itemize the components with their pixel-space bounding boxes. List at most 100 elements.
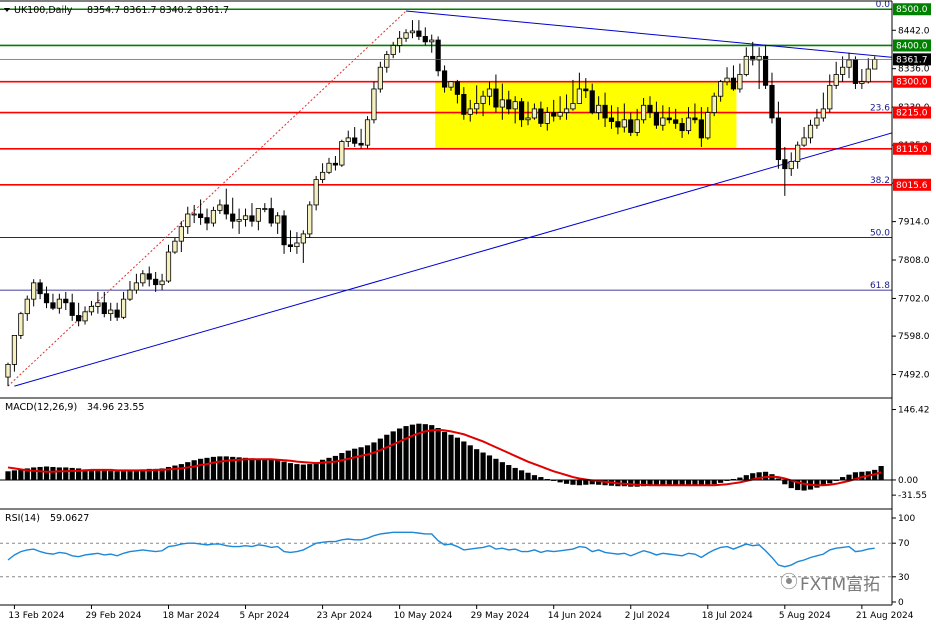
candle-body — [801, 137, 807, 146]
candle — [801, 127, 807, 147]
candle-body — [602, 104, 608, 119]
macd-bar — [262, 458, 268, 480]
candle — [390, 41, 396, 59]
trendline-projection[interactable] — [7, 10, 407, 387]
candle-body — [814, 117, 820, 126]
candle-body — [512, 101, 518, 110]
price-pane: 0.023.638.250.061.8 8442.08336.08230.081… — [0, 0, 931, 387]
candle-body — [300, 233, 306, 244]
candle-body — [486, 88, 493, 97]
candle — [133, 273, 139, 294]
candle — [191, 204, 197, 224]
candle-body — [236, 219, 242, 222]
candle — [782, 146, 788, 196]
date-tick-label: 18 Jul 2024 — [702, 611, 753, 621]
candle — [24, 295, 30, 321]
candle-body — [840, 66, 846, 75]
candle-body — [769, 84, 775, 119]
candle — [352, 127, 358, 147]
macd-bar — [474, 449, 480, 480]
trendline-support[interactable] — [14, 132, 893, 387]
macd-bar — [37, 466, 43, 480]
macd-bar — [50, 466, 56, 480]
price-tick-label: 7598.0 — [898, 332, 930, 342]
candle — [255, 208, 261, 231]
watermark-brand: FXTM富拓 — [800, 575, 880, 595]
macd-bar — [339, 453, 345, 480]
macd-bar — [782, 479, 788, 485]
date-tick-label: 10 May 2024 — [394, 611, 453, 621]
candles — [0, 20, 892, 387]
candle-body — [653, 112, 660, 126]
candle-body — [865, 68, 871, 83]
candle — [5, 362, 11, 387]
candle-body — [673, 119, 679, 124]
candle — [88, 300, 95, 316]
macd-bar — [525, 472, 531, 480]
candle-body — [307, 204, 313, 235]
candle — [204, 208, 210, 231]
candle — [743, 47, 749, 77]
candle — [140, 270, 146, 287]
candle — [172, 237, 178, 254]
watermark: ⦿ FXTM富拓 — [780, 572, 880, 595]
macd-bar — [762, 471, 769, 480]
date-tick-label: 18 Mar 2024 — [163, 611, 220, 621]
candle — [364, 116, 371, 149]
candle-body — [807, 124, 814, 139]
candle — [788, 152, 794, 176]
candle-body — [544, 112, 550, 124]
candle — [384, 50, 390, 73]
candle — [114, 302, 120, 321]
macd-bar — [384, 434, 390, 480]
candle — [795, 141, 801, 169]
macd-bar — [191, 460, 197, 480]
candle-body — [18, 313, 24, 336]
macd-bar — [178, 464, 184, 480]
candle-body — [833, 74, 839, 86]
candle-body — [191, 213, 197, 216]
date-tick-label: 2 Jul 2024 — [625, 611, 670, 621]
candle — [435, 36, 441, 77]
candle — [153, 271, 159, 292]
candle-body — [223, 204, 229, 215]
candle-body — [262, 208, 268, 210]
candle-body — [108, 309, 114, 315]
trendline-resistance[interactable] — [405, 10, 893, 58]
macd-bar — [108, 470, 114, 480]
candle-body — [281, 215, 287, 246]
candle — [275, 212, 281, 234]
macd-bar — [480, 452, 486, 480]
candle-body — [782, 159, 788, 170]
candle — [127, 281, 133, 301]
rsi-pane: RSI(14) 59.0627 100 70 30 0 — [0, 513, 915, 608]
candle-body — [827, 84, 833, 110]
macd-bar — [127, 470, 133, 480]
candle-body — [114, 309, 120, 318]
macd-bar — [307, 464, 313, 480]
candle-body — [358, 142, 364, 146]
macd-bar — [204, 457, 210, 480]
macd-tick-label: 0.00 — [898, 476, 918, 486]
symbol-label: UK100,Daily — [14, 5, 73, 16]
macd-axis: 146.42 0.00 -31.55 — [892, 406, 930, 501]
candle — [249, 203, 255, 227]
candle-body — [255, 208, 261, 222]
candle — [69, 293, 75, 321]
macd-bar — [486, 455, 493, 480]
candle — [339, 139, 345, 167]
candle-body — [294, 242, 300, 248]
macd-bar — [531, 475, 538, 480]
candle — [236, 208, 242, 234]
macd-bar — [120, 471, 127, 480]
candle — [230, 197, 236, 229]
macd-bar — [198, 458, 204, 480]
candle-body — [615, 121, 621, 128]
candle — [300, 230, 306, 263]
candle — [358, 128, 364, 149]
ohlc-readout: 8354.7 8361.7 8340.2 8361.7 — [87, 5, 229, 16]
macd-bar — [467, 445, 473, 480]
macd-bar — [242, 457, 249, 480]
candle-body — [37, 282, 43, 295]
candle-body — [852, 59, 859, 84]
